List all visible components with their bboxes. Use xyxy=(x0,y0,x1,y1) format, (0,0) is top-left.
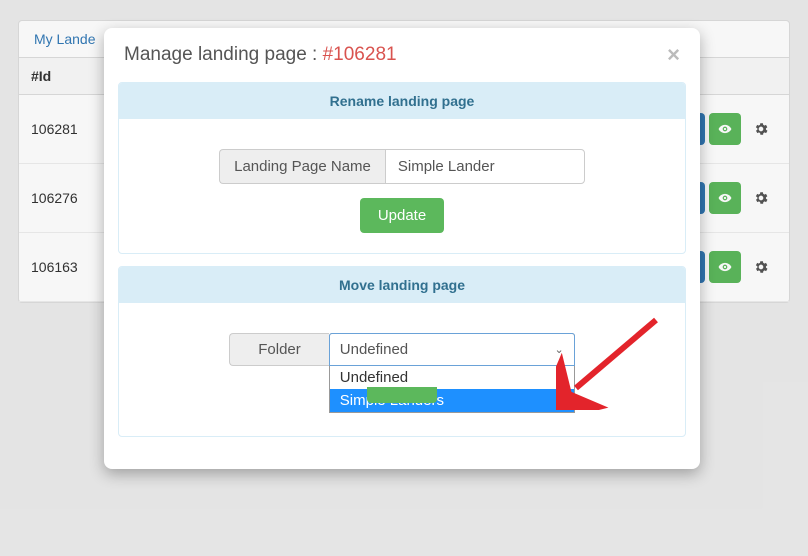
folder-select[interactable]: Undefined ⌄ xyxy=(329,333,575,366)
move-button-partial[interactable] xyxy=(367,387,437,403)
modal-title-prefix: Manage landing page : xyxy=(124,44,323,65)
name-input-label: Landing Page Name xyxy=(219,149,385,184)
folder-option-undefined[interactable]: Undefined xyxy=(330,366,574,389)
name-input-group: Landing Page Name xyxy=(219,149,585,184)
rename-heading: Rename landing page xyxy=(119,83,685,119)
modal-title: Manage landing page : #106281 xyxy=(124,44,397,66)
manage-landing-modal: Manage landing page : #106281 × Rename l… xyxy=(104,28,700,469)
modal-header: Manage landing page : #106281 × xyxy=(104,28,700,78)
chevron-down-icon: ⌄ xyxy=(555,343,564,356)
rename-panel: Rename landing page Landing Page Name Up… xyxy=(118,82,686,254)
folder-selected-value: Undefined xyxy=(340,341,408,358)
landing-name-input[interactable] xyxy=(385,149,585,184)
close-button[interactable]: × xyxy=(667,44,680,66)
update-button[interactable]: Update xyxy=(360,198,444,233)
modal-title-id: #106281 xyxy=(323,44,397,65)
move-heading: Move landing page xyxy=(119,267,685,303)
move-panel: Move landing page Folder Undefined ⌄ Und… xyxy=(118,266,686,437)
folder-input-label: Folder xyxy=(229,333,329,366)
